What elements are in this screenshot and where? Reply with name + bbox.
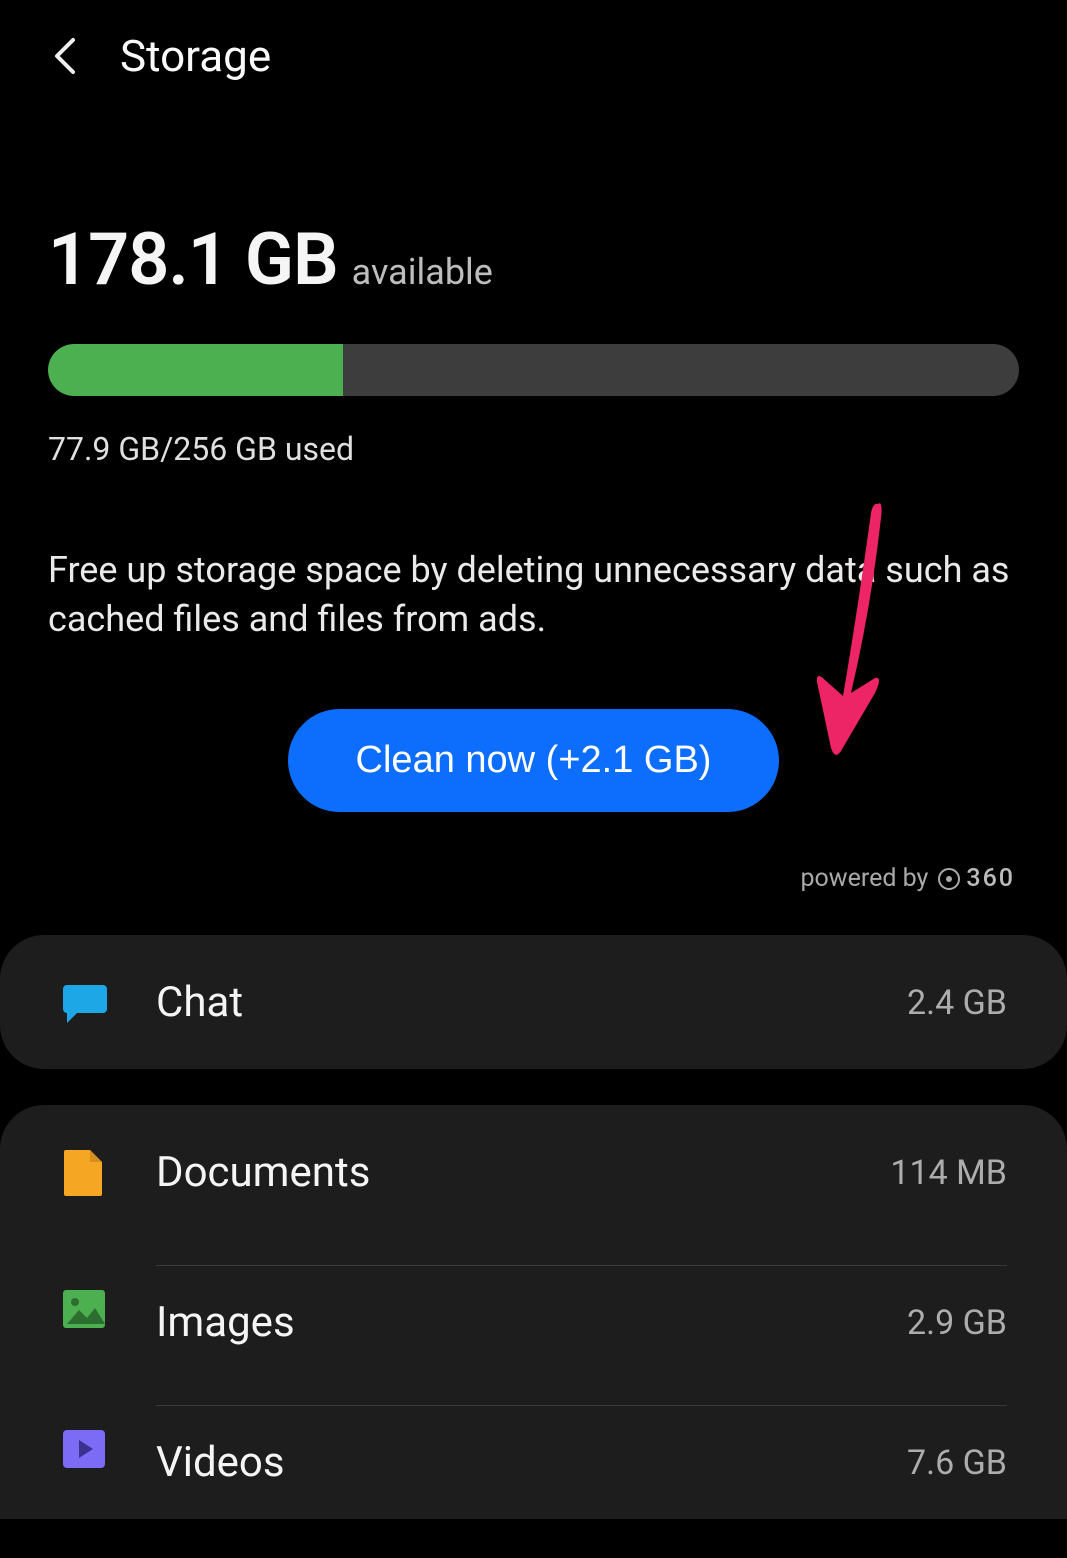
category-name: Chat: [156, 978, 243, 1027]
back-icon[interactable]: [50, 36, 80, 76]
page-title: Storage: [120, 30, 271, 82]
available-amount: 178.1 GB: [48, 217, 338, 302]
document-icon: [60, 1148, 108, 1196]
category-row-images[interactable]: Images 2.9 GB: [0, 1239, 1067, 1379]
used-storage-text: 77.9 GB/256 GB used: [48, 430, 1019, 468]
available-label: available: [352, 251, 493, 293]
storage-progress-bar: [48, 344, 1019, 396]
available-storage: 178.1 GB available: [48, 217, 1019, 302]
category-row-documents[interactable]: Documents 114 MB: [0, 1105, 1067, 1239]
brand-360-logo: 360: [938, 864, 1015, 893]
brand-360-icon: [938, 868, 960, 890]
image-icon: [60, 1285, 108, 1333]
powered-by-prefix: powered by: [800, 864, 928, 893]
category-name: Images: [156, 1298, 295, 1347]
category-name: Documents: [156, 1148, 370, 1197]
storage-description: Free up storage space by deleting unnece…: [48, 546, 1019, 643]
storage-progress-fill: [48, 344, 343, 396]
video-icon: [60, 1425, 108, 1473]
clean-now-button[interactable]: Clean now (+2.1 GB): [288, 709, 780, 812]
category-size: 7.6 GB: [907, 1443, 1007, 1483]
category-size: 2.9 GB: [907, 1303, 1007, 1343]
category-name: Videos: [156, 1438, 285, 1487]
chat-icon: [60, 978, 108, 1026]
category-row-chat[interactable]: Chat 2.4 GB: [0, 935, 1067, 1069]
category-size: 2.4 GB: [907, 983, 1007, 1023]
brand-360-text: 360: [966, 864, 1015, 893]
category-size: 114 MB: [890, 1153, 1007, 1193]
powered-by-label: powered by 360: [48, 864, 1015, 893]
category-row-videos[interactable]: Videos 7.6 GB: [0, 1379, 1067, 1519]
